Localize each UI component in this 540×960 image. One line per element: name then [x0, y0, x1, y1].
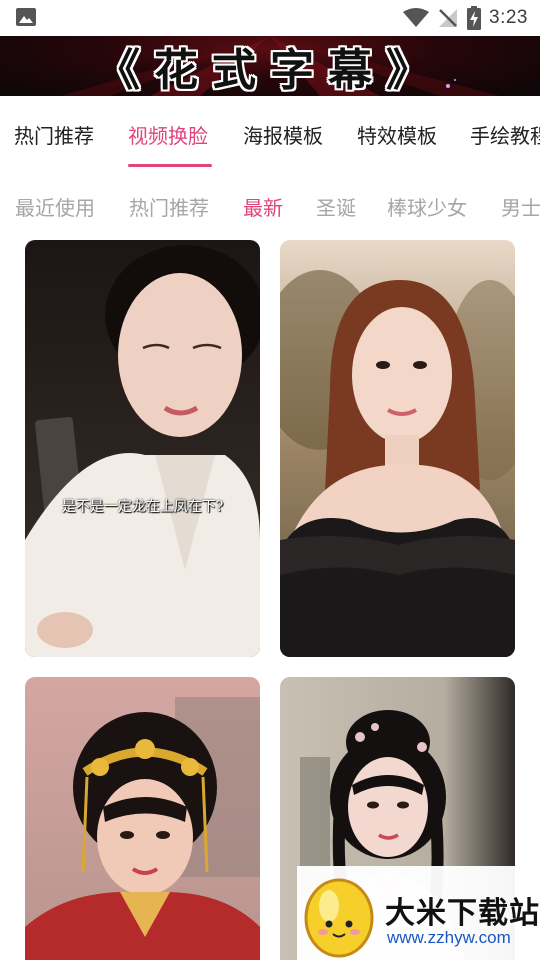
category-tabs: 热门推荐 视频换脸 海报模板 特效模板 手绘教程: [0, 100, 540, 170]
template-thumbnail: [25, 240, 260, 657]
tab-drawing-tutorial[interactable]: 手绘教程: [470, 120, 540, 149]
gallery-notification-icon: [16, 8, 36, 26]
tab-hot-recommend[interactable]: 热门推荐: [14, 120, 94, 149]
top-banner[interactable]: 《花式字幕》: [0, 36, 540, 96]
egg-mascot-icon: [304, 878, 374, 958]
subtab-men[interactable]: 男士: [501, 192, 540, 221]
sub-category-tabs: 最近使用 热门推荐 最新 圣诞 棒球少女 男士: [0, 180, 540, 230]
status-time: 3:23: [489, 7, 528, 28]
subtab-newest[interactable]: 最新: [243, 192, 283, 221]
subtab-christmas[interactable]: 圣诞: [316, 192, 356, 221]
watermark-url: www.zzhyw.com: [387, 928, 511, 947]
active-tab-indicator: [128, 164, 212, 167]
subtab-baseball-girl[interactable]: 棒球少女: [387, 192, 467, 221]
tab-poster-template[interactable]: 海报模板: [243, 120, 323, 149]
signal-blocked-icon: [439, 9, 458, 27]
template-card[interactable]: [25, 677, 260, 960]
watermark-overlay: 大米下载站 www.zzhyw.com: [297, 866, 540, 960]
template-card[interactable]: 是不是一定龙在上凤在下?: [25, 240, 260, 657]
subtab-recent[interactable]: 最近使用: [15, 192, 95, 221]
template-card[interactable]: [280, 240, 515, 657]
tab-face-swap[interactable]: 视频换脸: [128, 120, 208, 149]
status-bar: 3:23: [0, 0, 540, 36]
watermark-name: 大米下载站: [385, 896, 540, 931]
banner-title: 《花式字幕》: [96, 45, 444, 96]
battery-charging-icon: [467, 6, 482, 30]
tab-effect-template[interactable]: 特效模板: [357, 120, 437, 149]
template-thumbnail: [25, 677, 260, 960]
template-thumbnail: [280, 240, 515, 657]
wifi-icon: [403, 8, 430, 27]
card-caption: 是不是一定龙在上凤在下?: [61, 499, 224, 515]
subtab-hot[interactable]: 热门推荐: [129, 192, 209, 221]
